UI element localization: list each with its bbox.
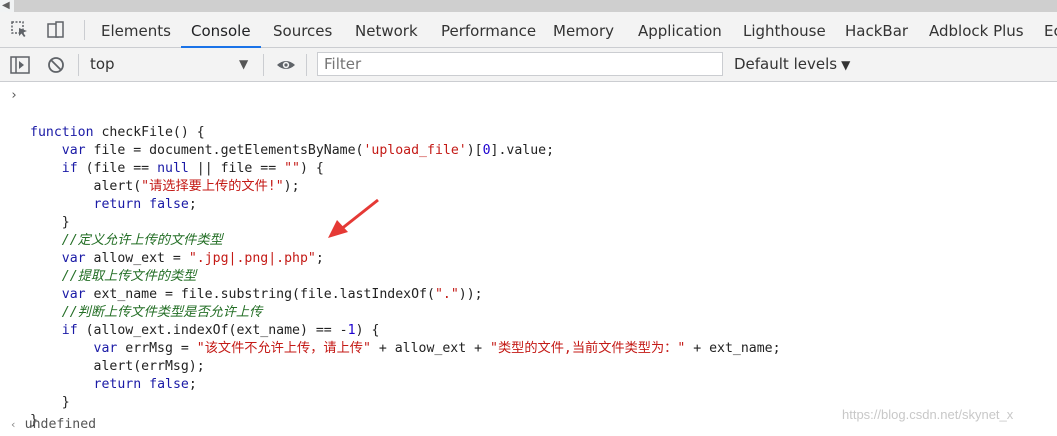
tab-console[interactable]: Console bbox=[181, 12, 261, 48]
input-prompt-icon: › bbox=[10, 88, 18, 103]
toolbar-divider bbox=[84, 20, 85, 40]
tab-network[interactable]: Network bbox=[345, 12, 428, 48]
context-selector[interactable]: top bbox=[90, 48, 115, 81]
code-line: return false; bbox=[93, 197, 197, 212]
code-line: alert("请选择要上传的文件!"); bbox=[30, 179, 300, 194]
watermark: https://blog.csdn.net/skynet_x bbox=[842, 407, 1014, 422]
code-line: } bbox=[30, 215, 70, 230]
toolbar-divider bbox=[306, 54, 307, 76]
code-line: if (file == null || file == "") { bbox=[61, 161, 324, 176]
code-line: var file = document.getElementsByName('u… bbox=[61, 143, 555, 158]
toolbar-divider bbox=[263, 54, 264, 76]
tab-performance[interactable]: Performance bbox=[431, 12, 546, 48]
annotation-arrow-icon bbox=[328, 198, 379, 238]
code-line: var errMsg = "该文件不允许上传，请上传" + allow_ext … bbox=[93, 341, 781, 356]
tab-sources[interactable]: Sources bbox=[263, 12, 342, 48]
code-line: if (allow_ext.indexOf(ext_name) == -1) { bbox=[61, 323, 380, 338]
code-line: //判断上传文件类型是否允许上传 bbox=[61, 305, 263, 320]
chevron-down-icon: ▼ bbox=[841, 58, 851, 72]
code-line: var allow_ext = ".jpg|.png|.php"; bbox=[61, 251, 324, 266]
code-line: return false; bbox=[93, 377, 197, 392]
tab-elements[interactable]: Elements bbox=[91, 12, 181, 48]
tab-memory[interactable]: Memory bbox=[543, 12, 624, 48]
code-line: //定义允许上传的文件类型 bbox=[61, 233, 223, 248]
tab-overflow[interactable]: Ec bbox=[1034, 12, 1057, 48]
result-arrow-icon: ‹ bbox=[10, 418, 17, 431]
tab-lighthouse[interactable]: Lighthouse bbox=[733, 12, 836, 48]
code-line: function checkFile() { bbox=[30, 125, 205, 140]
toolbar-divider bbox=[78, 54, 79, 76]
result-line: ‹ undefined bbox=[10, 417, 96, 432]
context-dropdown-icon[interactable]: ▼ bbox=[239, 48, 248, 81]
log-levels-dropdown[interactable]: Default levels ▼ bbox=[734, 48, 850, 81]
device-toolbar-icon[interactable] bbox=[46, 21, 64, 39]
tab-hackbar[interactable]: HackBar bbox=[835, 12, 918, 48]
code-line: //提取上传文件的类型 bbox=[61, 269, 197, 284]
scroll-left-icon[interactable]: ◀ bbox=[2, 0, 10, 12]
filter-input[interactable] bbox=[317, 52, 723, 76]
console-toolbar: top ▼ Default levels▼ bbox=[0, 48, 1057, 82]
log-levels-label: Default levels bbox=[734, 55, 838, 73]
tab-application[interactable]: Application bbox=[628, 12, 732, 48]
scrollbar-thumb[interactable] bbox=[14, 0, 1057, 12]
result-value: undefined bbox=[24, 417, 97, 432]
code-line: } bbox=[30, 413, 38, 428]
code-line: } bbox=[30, 395, 70, 410]
tab-adblock-plus[interactable]: Adblock Plus bbox=[919, 12, 1034, 48]
inspect-element-icon[interactable] bbox=[11, 21, 29, 39]
code-line: alert(errMsg); bbox=[30, 359, 205, 374]
show-sidebar-icon[interactable] bbox=[10, 56, 30, 74]
console-output[interactable]: › function checkFile() { var file = docu… bbox=[0, 82, 1057, 436]
devtools-tabbar: Elements Console Sources Network Perform… bbox=[0, 12, 1057, 48]
top-scrollbar[interactable]: ◀ bbox=[0, 0, 1057, 12]
code-block: function checkFile() { var file = docume… bbox=[30, 106, 781, 430]
clear-console-icon[interactable] bbox=[46, 56, 66, 74]
live-expression-eye-icon[interactable] bbox=[276, 56, 296, 74]
code-line: var ext_name = file.substring(file.lastI… bbox=[61, 287, 483, 302]
